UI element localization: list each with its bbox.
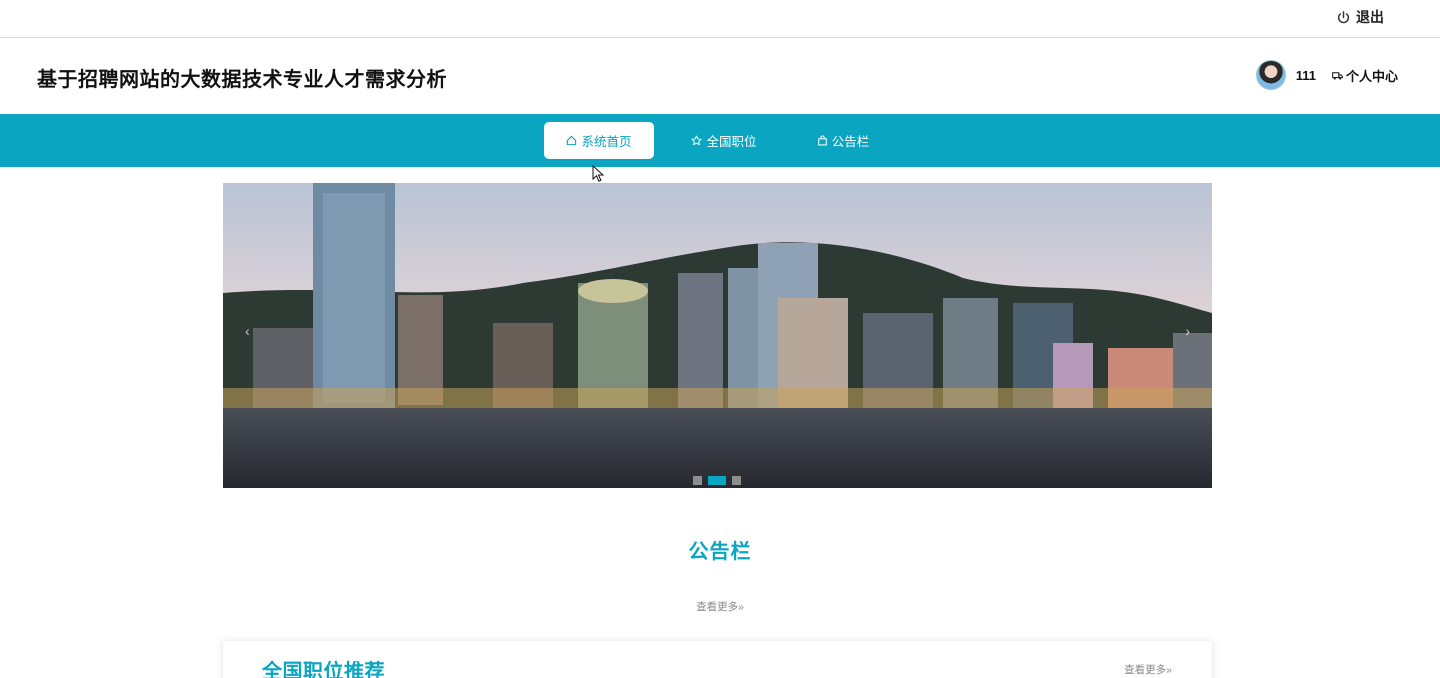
notice-section-title: 公告栏: [688, 541, 752, 563]
nav-label-notice: 公告栏: [831, 135, 870, 149]
carousel-next-button[interactable]: ›: [1185, 323, 1190, 339]
job-recommend-card: 全国职位推荐 查看更多»: [223, 641, 1212, 678]
power-icon: [1337, 10, 1350, 23]
main-nav: 系统首页 全国职位 公告栏: [0, 114, 1440, 167]
notice-more-link[interactable]: 查看更多»: [0, 599, 1440, 614]
nav-label-home: 系统首页: [581, 135, 632, 149]
banner-carousel[interactable]: ‹ ›: [223, 183, 1212, 488]
city-skyline-image: [223, 183, 1212, 488]
nav-label-jobs: 全国职位: [706, 135, 757, 149]
job-recommend-title: 全国职位推荐: [262, 661, 385, 678]
bag-icon: [817, 135, 827, 146]
site-header: 基于招聘网站的大数据技术专业人才需求分析 111 个人中心: [0, 39, 1440, 114]
top-bar: 退出: [0, 0, 1440, 38]
home-icon: [567, 135, 577, 146]
logout-button[interactable]: 退出: [1337, 7, 1384, 27]
personal-center-label: 个人中心: [1345, 68, 1398, 84]
username: 111: [1295, 67, 1316, 83]
carousel-dot[interactable]: [732, 476, 741, 485]
nav-item-notice[interactable]: 公告栏: [808, 122, 878, 159]
logout-label: 退出: [1356, 9, 1384, 25]
avatar[interactable]: [1255, 60, 1286, 90]
carousel-prev-button[interactable]: ‹: [245, 323, 250, 339]
carousel-dot-active[interactable]: [708, 476, 726, 485]
carousel-dot[interactable]: [693, 476, 702, 485]
carousel-indicators: [693, 476, 741, 485]
nav-item-jobs[interactable]: 全国职位: [682, 122, 766, 159]
job-recommend-more-link[interactable]: 查看更多»: [1124, 662, 1172, 677]
nav-item-home[interactable]: 系统首页: [544, 122, 654, 159]
site-title: 基于招聘网站的大数据技术专业人才需求分析: [37, 69, 447, 91]
star-icon: [691, 135, 703, 146]
mouse-cursor-icon: [592, 165, 604, 182]
user-area: 111 个人中心: [1255, 60, 1398, 90]
personal-center-link[interactable]: 个人中心: [1332, 66, 1398, 85]
truck-icon: [1332, 71, 1343, 80]
